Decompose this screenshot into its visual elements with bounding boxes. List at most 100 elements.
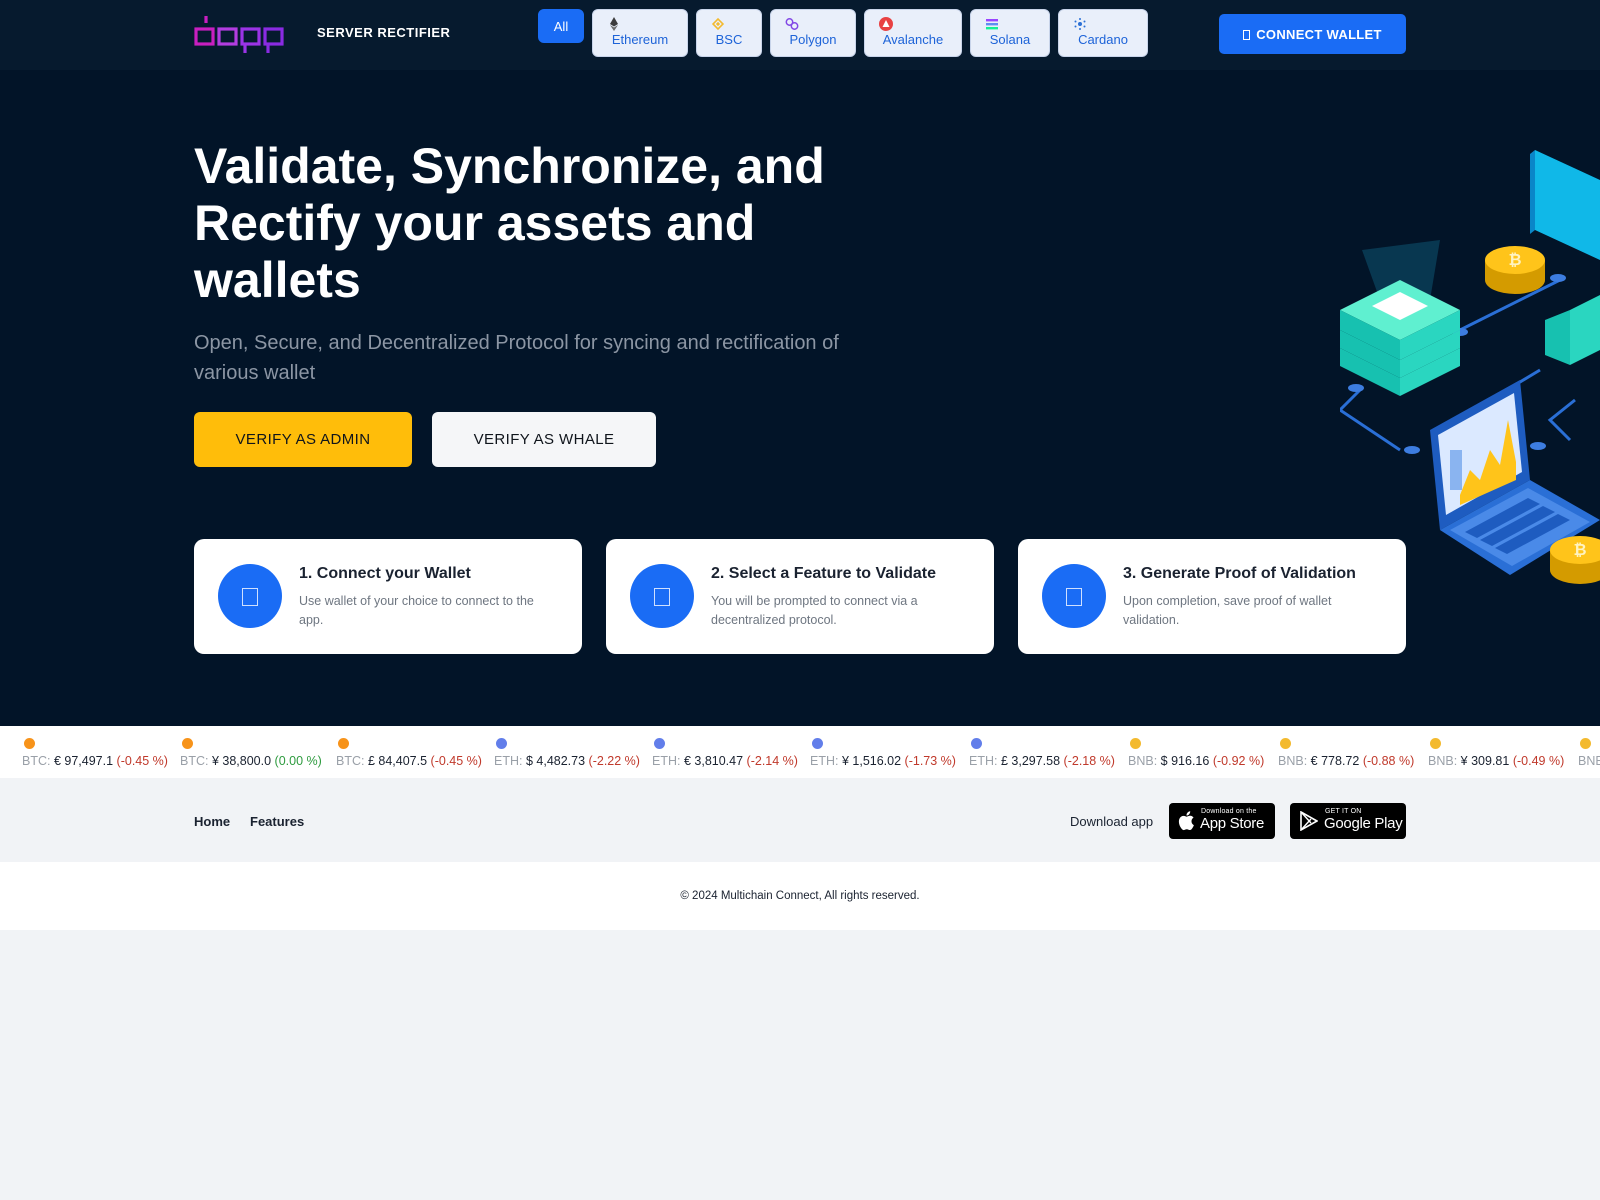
ticker-text: ETH: € 3,810.47 (-2.14 %) <box>652 754 798 768</box>
app-store-big-text: App Store <box>1200 815 1265 832</box>
ticker-change: (-2.14 %) <box>746 754 798 768</box>
ticker-price: $ 4,482.73 <box>525 754 586 768</box>
tab-all-label: All <box>553 19 569 34</box>
tab-cardano[interactable]: Cardano <box>1058 9 1148 57</box>
tab-cardano-label: Cardano <box>1078 32 1128 47</box>
ticker-symbol: BNB: <box>1128 754 1158 768</box>
ticker-symbol: BNB: <box>1278 754 1308 768</box>
hero-subline: Open, Secure, and Decentralized Protocol… <box>194 332 839 384</box>
price-ticker: BTC: € 97,497.1 (-0.45 %) BTC: ¥ 38,800.0… <box>0 726 1600 778</box>
ticker-price: € 778.72 <box>1310 754 1360 768</box>
tab-ethereum-label: Ethereum <box>611 32 669 47</box>
ticker-change: (-2.18 %) <box>1063 754 1115 768</box>
ticker-symbol: BNE <box>1578 754 1600 768</box>
ticker-symbol: BNB: <box>1428 754 1458 768</box>
copyright-band: © 2024 Multichain Connect, All rights re… <box>0 862 1600 930</box>
step-title: 2. Select a Feature to Validate <box>711 565 936 582</box>
hero-headline: Validate, Synchronize, and Rectify your … <box>194 138 825 308</box>
ticker-symbol: BTC: <box>336 754 365 768</box>
bsc-icon <box>711 17 725 31</box>
coin-icon <box>496 738 507 749</box>
ticker-change: (-0.45 %) <box>430 754 482 768</box>
ticker-price: € 3,810.47 <box>683 754 744 768</box>
coin-icon <box>1430 738 1441 749</box>
app-store-badge[interactable]: Download on the App Store <box>1169 803 1275 839</box>
ticker-change: (-0.92 %) <box>1212 754 1265 768</box>
ticker-symbol: ETH: <box>652 754 681 768</box>
ticker-change: (-0.88 %) <box>1362 754 1415 768</box>
step-card-select: 2. Select a Feature to Validate You will… <box>606 539 994 654</box>
coin-icon <box>182 738 193 749</box>
svg-text:₿: ₿ <box>1573 541 1586 559</box>
ethereum-icon <box>610 17 618 31</box>
ticker-price: ¥ 38,800.0 <box>211 754 272 768</box>
step-desc: You will be prompted to connect via a de… <box>711 594 918 627</box>
tab-polygon[interactable]: Polygon <box>770 9 856 57</box>
connect-wallet-label: CONNECT WALLET <box>1256 26 1382 42</box>
ticker-change: (-0.49 %) <box>1512 754 1565 768</box>
tab-bsc-label: BSC <box>715 32 743 47</box>
google-play-icon <box>1300 811 1318 831</box>
tab-avalanche[interactable]: Avalanche <box>864 9 962 57</box>
ticker-change: (-1.73 %) <box>904 754 956 768</box>
coin-icon <box>1130 738 1141 749</box>
ticker-price: £ 84,407.5 <box>367 754 428 768</box>
svg-text:₿: ₿ <box>1508 251 1521 269</box>
ticker-change: (0.00 %) <box>274 754 322 768</box>
tab-solana-label: Solana <box>989 32 1031 47</box>
coin-icon <box>1580 738 1591 749</box>
coin-icon <box>1280 738 1291 749</box>
crypto-network-illustration: ₿ ₿ <box>1340 150 1600 584</box>
copyright-text: © 2024 Multichain Connect, All rights re… <box>680 890 920 902</box>
verify-whale-button[interactable]: VERIFY AS WHALE <box>432 412 656 467</box>
tab-all[interactable]: All <box>538 9 584 43</box>
footer-link-home[interactable]: Home <box>194 814 230 829</box>
footer-link-features[interactable]: Features <box>250 814 304 829</box>
tab-avalanche-label: Avalanche <box>882 32 944 47</box>
tab-bsc[interactable]: BSC <box>696 9 762 57</box>
ticker-text: ETH: ¥ 1,516.02 (-1.73 %) <box>810 754 956 768</box>
bitcoin-coin: ₿ <box>1485 246 1545 294</box>
brand-title: SERVER RECTIFIER <box>317 25 451 40</box>
ticker-text: ETH: £ 3,297.58 (-2.18 %) <box>969 754 1115 768</box>
google-play-badge[interactable]: GET IT ON Google Play <box>1290 803 1406 839</box>
solana-icon <box>986 19 998 30</box>
cardano-icon <box>1074 18 1086 30</box>
ticker-price: € 97,497.1 <box>53 754 114 768</box>
top-nav-bar: SERVER RECTIFIER All Ethereum BSC Polygo… <box>0 0 1600 70</box>
coin-icon <box>971 738 982 749</box>
tab-polygon-label: Polygon <box>789 32 837 47</box>
proof-icon <box>1066 588 1082 606</box>
brand-logo-icon[interactable] <box>194 12 284 56</box>
ticker-text: BNB: $ 916.16 (-0.92 %) <box>1128 754 1264 768</box>
step-icon-circle <box>218 564 282 628</box>
ticker-change: (-0.45 %) <box>116 754 168 768</box>
step-icon-circle <box>1042 564 1106 628</box>
ticker-text: BTC: £ 84,407.5 (-0.45 %) <box>336 754 482 768</box>
step-title: 3. Generate Proof of Validation <box>1123 565 1356 582</box>
ticker-symbol: ETH: <box>969 754 998 768</box>
footer-nav: Home Features Download app Download on t… <box>0 778 1600 862</box>
step-title: 1. Connect your Wallet <box>299 565 471 582</box>
tab-ethereum[interactable]: Ethereum <box>592 9 688 57</box>
feature-icon <box>654 588 670 606</box>
ticker-text: ETH: $ 4,482.73 (-2.22 %) <box>494 754 640 768</box>
wallet-icon <box>242 588 258 606</box>
step-icon-circle <box>630 564 694 628</box>
tab-solana[interactable]: Solana <box>970 9 1050 57</box>
coin-icon <box>24 738 35 749</box>
ticker-symbol: ETH: <box>810 754 839 768</box>
verify-admin-button[interactable]: VERIFY AS ADMIN <box>194 412 412 467</box>
apple-icon <box>1178 811 1194 831</box>
coin-icon <box>654 738 665 749</box>
ticker-text: BTC: € 97,497.1 (-0.45 %) <box>22 754 168 768</box>
ticker-text: BTC: ¥ 38,800.0 (0.00 %) <box>180 754 322 768</box>
connect-wallet-button[interactable]: CONNECT WALLET <box>1219 14 1406 54</box>
coin-icon <box>812 738 823 749</box>
step-card-connect: 1. Connect your Wallet Use wallet of you… <box>194 539 582 654</box>
ticker-symbol: BTC: <box>22 754 51 768</box>
step-desc: Use wallet of your choice to connect to … <box>299 594 534 627</box>
google-play-big-text: Google Play <box>1324 815 1403 832</box>
ticker-price: $ 916.16 <box>1160 754 1210 768</box>
coin-icon <box>338 738 349 749</box>
